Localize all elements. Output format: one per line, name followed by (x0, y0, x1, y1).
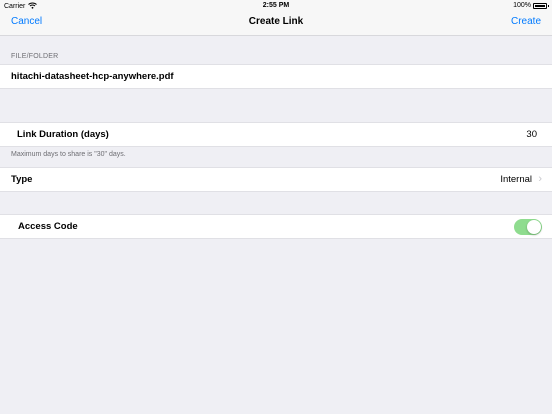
chevron-right-icon: › (538, 173, 542, 185)
battery-percent: 100% (513, 2, 531, 9)
file-row: hitachi-datasheet-hcp-anywhere.pdf (0, 64, 552, 89)
toggle-knob (527, 220, 541, 234)
create-button[interactable]: Create (511, 16, 541, 27)
access-code-row: Access Code (0, 214, 552, 239)
page-title: Create Link (248, 16, 304, 27)
battery-group: 100% (513, 2, 549, 9)
link-duration-value[interactable]: 30 (526, 129, 537, 140)
link-duration-label: Link Duration (days) (17, 129, 109, 140)
status-bar: Carrier 2:55 PM 100% (0, 0, 552, 12)
duration-footer-note: Maximum days to share is "30" days. (11, 151, 126, 158)
file-folder-header: FILE/FOLDER (11, 53, 59, 60)
navigation-bar: Cancel Create Link Create (0, 12, 552, 36)
type-value: Internal (500, 174, 532, 185)
link-duration-row[interactable]: Link Duration (days) 30 (0, 122, 552, 147)
type-row[interactable]: Type Internal › (0, 167, 552, 192)
type-label: Type (11, 174, 33, 185)
access-code-toggle[interactable] (514, 219, 542, 235)
access-code-label: Access Code (18, 221, 78, 232)
battery-icon (533, 2, 549, 9)
status-time: 2:55 PM (262, 2, 290, 9)
file-name: hitachi-datasheet-hcp-anywhere.pdf (11, 71, 174, 82)
